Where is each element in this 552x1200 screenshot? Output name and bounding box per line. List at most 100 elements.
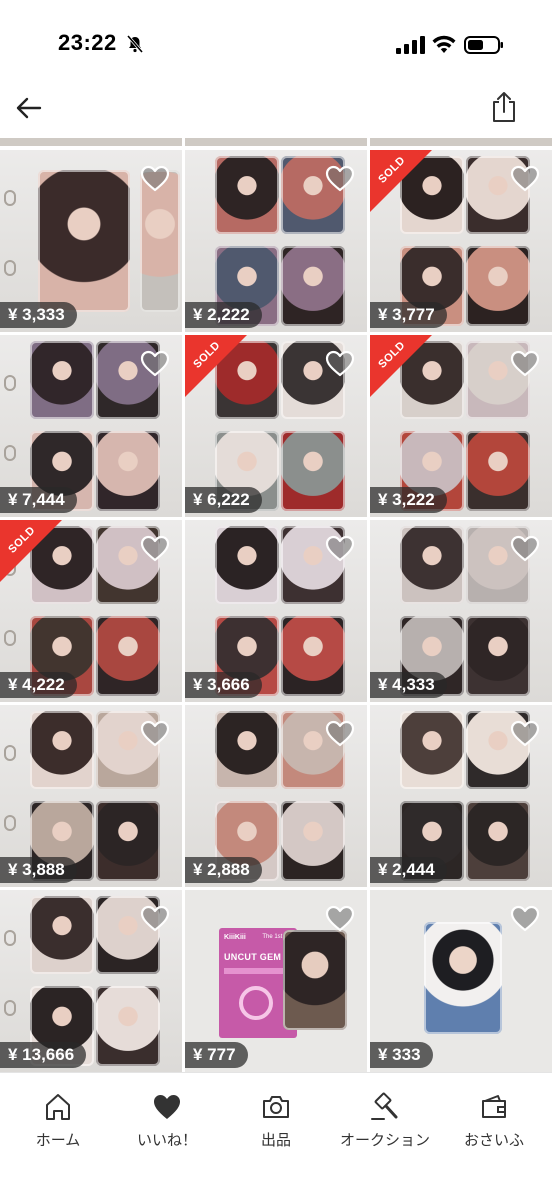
binder-ring: [4, 260, 16, 276]
price-tag: ¥ 2,222: [185, 302, 262, 328]
binder-ring: [4, 630, 16, 646]
status-time: 23:22: [58, 30, 117, 55]
previous-row-edge: [0, 138, 552, 148]
listing-tile[interactable]: ¥ 4,333: [370, 520, 552, 702]
like-heart-icon[interactable]: [325, 534, 355, 562]
tab-label: オークション: [339, 1132, 430, 1149]
listing-tile[interactable]: ¥ 2,222: [185, 150, 367, 332]
photocard: [215, 156, 279, 234]
like-heart-icon[interactable]: [140, 719, 170, 747]
photocard: [215, 711, 279, 789]
binder-ring: [4, 375, 16, 391]
like-heart-icon[interactable]: [140, 904, 170, 932]
listing-tile[interactable]: ¥ 2,444: [370, 705, 552, 887]
previous-row-tile: [0, 138, 182, 146]
wifi-icon: [432, 35, 456, 53]
listing-tile[interactable]: ¥ 333: [370, 890, 552, 1072]
like-heart-icon[interactable]: [140, 349, 170, 377]
tab-home[interactable]: ホーム: [3, 1091, 113, 1161]
battery-icon: [464, 36, 503, 54]
tab-auction[interactable]: オークション: [330, 1091, 440, 1161]
camera-icon: [263, 1096, 289, 1118]
listing-tile[interactable]: ¥ 2,888: [185, 705, 367, 887]
like-heart-icon[interactable]: [510, 719, 540, 747]
sold-ribbon: SOLD: [0, 520, 62, 582]
like-heart-icon[interactable]: [510, 904, 540, 932]
listing-grid: ¥ 3,333 ¥ 2,222 SOLD ¥ 3,777 ¥ 7,444 SOLD ¥ 6,…: [0, 138, 552, 1072]
price-tag: ¥ 7,444: [0, 487, 77, 513]
listing-tile[interactable]: ¥ 3,888: [0, 705, 182, 887]
sold-ribbon: SOLD: [370, 335, 432, 397]
price-tag: ¥ 2,888: [185, 857, 262, 883]
price-tag: ¥ 4,222: [0, 672, 77, 698]
photocard: [30, 896, 94, 974]
tab-label: ホーム: [35, 1132, 81, 1149]
bell-muted-icon: [126, 35, 144, 53]
tab-label: 出品: [260, 1132, 291, 1149]
photocard: [281, 801, 345, 881]
photocard: [215, 526, 279, 604]
photocard: [283, 930, 347, 1030]
photocard: [466, 616, 530, 696]
price-tag: ¥ 2,444: [370, 857, 447, 883]
price-tag: ¥ 13,666: [0, 1042, 87, 1068]
listing-tile[interactable]: ¥ 3,333: [0, 150, 182, 332]
like-heart-icon[interactable]: [510, 349, 540, 377]
tab-label: おさいふ: [463, 1132, 524, 1149]
photocard: [466, 246, 530, 326]
photocard: [96, 616, 160, 696]
binder-ring: [4, 1000, 16, 1016]
price-tag: ¥ 3,333: [0, 302, 77, 328]
price-tag: ¥ 3,777: [370, 302, 447, 328]
like-heart-icon[interactable]: [325, 164, 355, 192]
price-tag: ¥ 777: [185, 1042, 248, 1068]
photocard: [424, 922, 502, 1034]
back-button[interactable]: [10, 90, 46, 126]
price-tag: ¥ 3,222: [370, 487, 447, 513]
like-heart-icon[interactable]: [140, 164, 170, 192]
price-tag: ¥ 4,333: [370, 672, 447, 698]
sold-ribbon: SOLD: [185, 335, 247, 397]
price-tag: ¥ 3,888: [0, 857, 77, 883]
previous-row-tile: [370, 138, 552, 146]
photocard: [400, 711, 464, 789]
status-bar: 23:22: [0, 0, 552, 84]
share-icon: [493, 92, 515, 122]
photocard: [466, 801, 530, 881]
photocard: [38, 170, 130, 312]
like-heart-icon[interactable]: [325, 719, 355, 747]
photocard: [281, 246, 345, 326]
binder-ring: [4, 930, 16, 946]
price-tag: ¥ 3,666: [185, 672, 262, 698]
like-heart-icon[interactable]: [325, 904, 355, 932]
share-button[interactable]: [486, 88, 522, 126]
home-icon: [46, 1094, 70, 1120]
like-heart-icon[interactable]: [510, 534, 540, 562]
photocard: [30, 711, 94, 789]
tab-wallet[interactable]: おさいふ: [439, 1091, 549, 1161]
listing-tile[interactable]: KiiiKiii The 1st EP UNCUT GEM ¥ 777: [185, 890, 367, 1072]
listing-tile[interactable]: ¥ 3,666: [185, 520, 367, 702]
like-heart-icon[interactable]: [140, 534, 170, 562]
tab-label: いいね！: [136, 1132, 197, 1149]
photocard: [96, 986, 160, 1066]
arrow-left-icon: [16, 97, 42, 119]
binder-ring: [4, 190, 16, 206]
binder-ring: [4, 445, 16, 461]
tab-sell[interactable]: 出品: [221, 1091, 331, 1161]
like-heart-icon[interactable]: [510, 164, 540, 192]
tab-likes[interactable]: いいね！: [112, 1091, 222, 1161]
sold-ribbon: SOLD: [370, 150, 432, 212]
like-heart-icon[interactable]: [325, 349, 355, 377]
listing-tile[interactable]: ¥ 7,444: [0, 335, 182, 517]
photocard: [30, 341, 94, 419]
listing-tile[interactable]: SOLD ¥ 6,222: [185, 335, 367, 517]
gavel-icon: [371, 1092, 398, 1120]
photocard: [281, 431, 345, 511]
listing-tile[interactable]: SOLD ¥ 3,222: [370, 335, 552, 517]
listing-tile[interactable]: ¥ 13,666: [0, 890, 182, 1072]
price-tag: ¥ 6,222: [185, 487, 262, 513]
listing-tile[interactable]: SOLD ¥ 3,777: [370, 150, 552, 332]
cellular-signal-icon: [396, 36, 425, 54]
listing-tile[interactable]: SOLD ¥ 4,222: [0, 520, 182, 702]
